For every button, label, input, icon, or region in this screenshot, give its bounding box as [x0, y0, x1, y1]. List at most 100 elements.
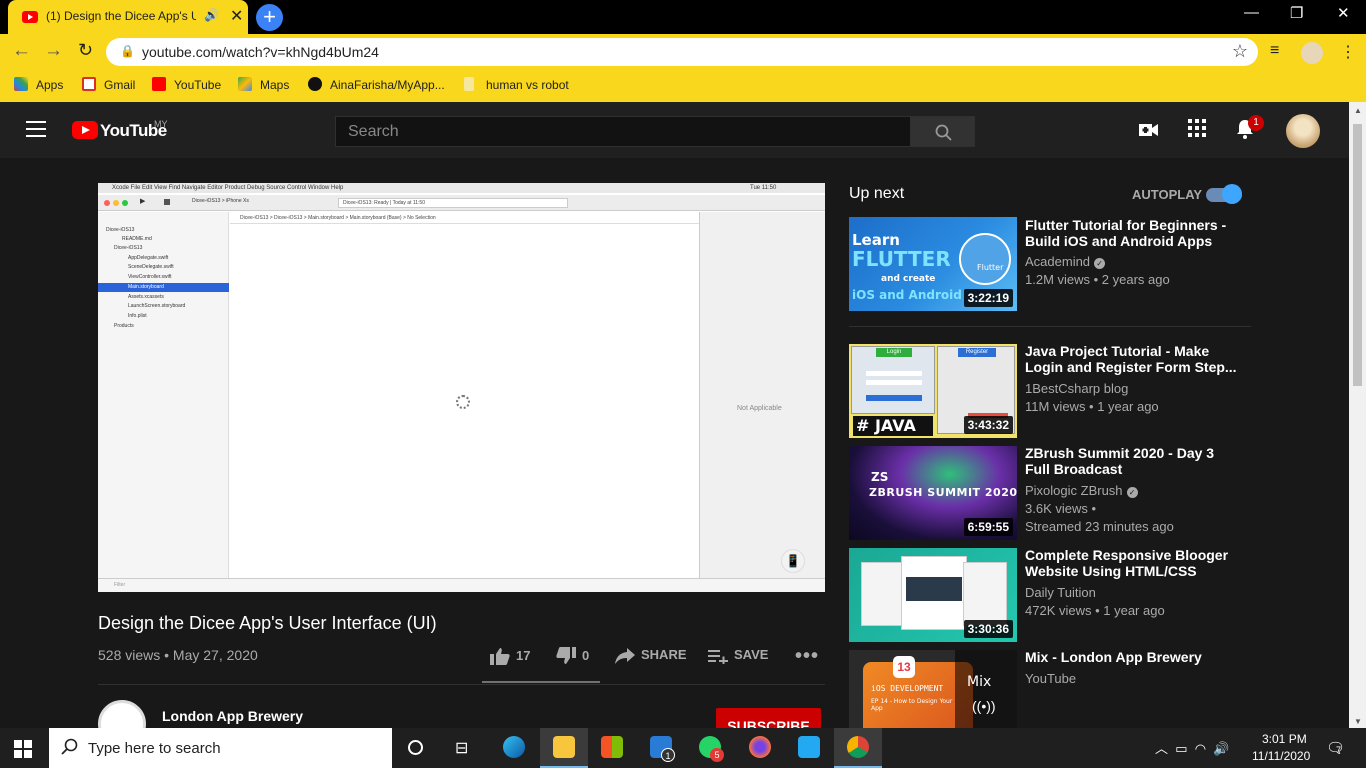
task-view-button[interactable]: ⊟	[440, 728, 488, 768]
store-icon	[601, 736, 623, 758]
bookmark-youtube[interactable]: YouTube	[152, 77, 221, 92]
video-thumbnail[interactable]: Login Register # JAVA 3:43:32	[849, 344, 1017, 438]
volume-icon[interactable]: 🔊	[1213, 741, 1229, 756]
media-control-icon[interactable]: ≡	[1270, 42, 1279, 60]
youtube-icon	[152, 77, 166, 91]
mix-overlay: Mix ((•))	[955, 650, 1017, 728]
video-thumbnail[interactable]: 13 iOS DEVELOPMENT EP 14 - How to Design…	[849, 650, 1017, 728]
channel-name[interactable]: London App Brewery	[162, 708, 303, 724]
up-next-card[interactable]: Login Register # JAVA 3:43:32 Java Proje…	[849, 343, 1249, 438]
video-player[interactable]: Xcode File Edit View Find Navigate Edito…	[98, 183, 825, 592]
youtube-logo-icon[interactable]	[72, 121, 98, 139]
scroll-down-icon[interactable]: ▼	[1354, 717, 1362, 726]
share-button[interactable]: SHARE	[615, 647, 687, 664]
tab-title: (1) Design the Dicee App's User Interfac…	[46, 9, 196, 23]
info-divider	[98, 684, 825, 685]
taskbar-mail[interactable]: 1	[637, 728, 685, 768]
user-avatar[interactable]	[1286, 114, 1320, 148]
broadcast-icon: ((•))	[972, 698, 996, 714]
search-button[interactable]	[910, 116, 975, 147]
taskbar-edge[interactable]	[490, 728, 538, 768]
apps-grid-icon[interactable]	[1188, 119, 1206, 137]
card-stats: 472K views • 1 year ago	[1025, 603, 1165, 618]
up-next-card[interactable]: Learn FLUTTER and create iOS and Android…	[849, 217, 1249, 311]
taskbar-store[interactable]	[588, 728, 636, 768]
up-next-card[interactable]: ZS ZBRUSH SUMMIT 2020 6:59:55 ZBrush Sum…	[849, 445, 1249, 540]
jump-bar: Dicee-iOS13 > Dicee-iOS13 > Main.storybo…	[230, 212, 699, 224]
xcode-status: Dicee-iOS13: Ready | Today at 11:50	[338, 198, 568, 208]
back-icon[interactable]: ←	[12, 40, 31, 62]
address-bar[interactable]: 🔒 youtube.com/watch?v=khNgd4bUm24 ☆	[106, 38, 1258, 66]
bookmark-maps[interactable]: Maps	[238, 77, 289, 92]
stop-icon	[164, 199, 170, 205]
save-button[interactable]: SAVE	[708, 647, 768, 666]
taskbar-chrome[interactable]	[834, 728, 882, 768]
vscode-icon	[798, 736, 820, 758]
windows-start-icon[interactable]	[14, 740, 32, 758]
taskbar-file-explorer[interactable]	[540, 728, 588, 768]
minimize-icon[interactable]: —	[1244, 4, 1259, 21]
browser-menu-icon[interactable]: ⋮	[1340, 42, 1356, 62]
video-thumbnail[interactable]: ZS ZBRUSH SUMMIT 2020 6:59:55	[849, 446, 1017, 540]
autoplay-toggle-knob[interactable]	[1222, 184, 1242, 204]
up-next-card[interactable]: 13 iOS DEVELOPMENT EP 14 - How to Design…	[849, 650, 1249, 728]
create-video-icon[interactable]	[1139, 122, 1159, 138]
chevron-up-icon[interactable]: ︿	[1155, 741, 1168, 756]
restore-icon[interactable]: ❐	[1290, 4, 1303, 22]
login-form-preview: Login	[851, 346, 935, 414]
card-title[interactable]: ZBrush Summit 2020 - Day 3 Full Broadcas…	[1025, 445, 1239, 477]
bookmark-gmail[interactable]: Gmail	[82, 77, 135, 92]
xcode-filter-bar: Filter	[98, 578, 825, 592]
card-title[interactable]: Flutter Tutorial for Beginners - Build i…	[1025, 217, 1239, 249]
forward-icon[interactable]: →	[44, 40, 63, 62]
card-channel: Pixologic ZBrush ✓	[1025, 483, 1138, 498]
inspector-panel: Not Applicable	[699, 212, 825, 592]
more-actions-icon[interactable]: •••	[795, 645, 819, 668]
duration-badge: 3:43:32	[963, 416, 1013, 434]
scroll-thumb[interactable]	[1353, 124, 1362, 386]
scroll-up-icon[interactable]: ▲	[1354, 106, 1362, 115]
browser-tab-active[interactable]: (1) Design the Dicee App's User Interfac…	[8, 0, 248, 34]
xcode-menu-bar: Xcode File Edit View Find Navigate Edito…	[98, 183, 825, 193]
reload-icon[interactable]: ↻	[78, 40, 93, 61]
like-button[interactable]: 17	[490, 647, 530, 665]
search-input[interactable]	[335, 116, 911, 147]
speaker-icon[interactable]: 🔊	[204, 8, 219, 22]
bookmark-folder[interactable]: human vs robot	[464, 77, 569, 92]
card-title[interactable]: Mix - London App Brewery	[1025, 650, 1239, 665]
new-tab-button[interactable]: +	[256, 4, 283, 31]
video-thumbnail[interactable]: 3:30:36	[849, 548, 1017, 642]
wifi-icon[interactable]: ◠	[1195, 741, 1206, 756]
action-center-icon[interactable]: 🗨 7	[1326, 739, 1345, 757]
card-stream-status: Streamed 23 minutes ago	[1025, 519, 1174, 534]
taskbar-firefox[interactable]	[736, 728, 784, 768]
duration-badge: 3:30:36	[963, 620, 1013, 638]
card-title[interactable]: Complete Responsive Blooger Website Usin…	[1025, 547, 1239, 579]
bookmark-github[interactable]: AinaFarisha/MyApp...	[308, 77, 445, 92]
minimize-dot-icon	[113, 200, 119, 206]
duration-badge: 6:59:55	[963, 518, 1013, 536]
video-thumbnail[interactable]: Learn FLUTTER and create iOS and Android…	[849, 217, 1017, 311]
dislike-button[interactable]: 0	[556, 647, 589, 665]
up-next-heading: Up next	[849, 185, 905, 202]
close-window-icon[interactable]: ✕	[1337, 4, 1350, 22]
notification-count: 7	[1336, 745, 1342, 755]
up-next-card[interactable]: 3:30:36 Complete Responsive Blooger Webs…	[849, 547, 1249, 642]
clock-date[interactable]: 11/11/2020	[1252, 749, 1310, 763]
hamburger-menu-icon[interactable]	[26, 121, 46, 137]
taskbar-whatsapp[interactable]: 5	[686, 728, 734, 768]
bookmark-star-icon[interactable]: ☆	[1232, 41, 1248, 62]
taskbar-search-box[interactable]: Type here to search	[49, 728, 392, 768]
battery-icon[interactable]: ▭	[1175, 741, 1187, 756]
profile-avatar[interactable]	[1301, 42, 1323, 64]
page-scrollbar[interactable]: ▲ ▼	[1349, 102, 1366, 728]
card-title[interactable]: Java Project Tutorial - Make Login and R…	[1025, 343, 1239, 375]
taskbar-vscode[interactable]	[785, 728, 833, 768]
cortana-button[interactable]	[392, 728, 440, 768]
up-next-divider	[849, 326, 1251, 327]
system-tray[interactable]: ︿ ▭ ◠ 🔊	[1155, 738, 1230, 757]
youtube-header: YouTube MY 1	[0, 102, 1366, 158]
bookmark-apps[interactable]: Apps	[14, 77, 63, 92]
clock-time[interactable]: 3:01 PM	[1262, 732, 1307, 746]
close-tab-icon[interactable]: ✕	[230, 6, 243, 26]
